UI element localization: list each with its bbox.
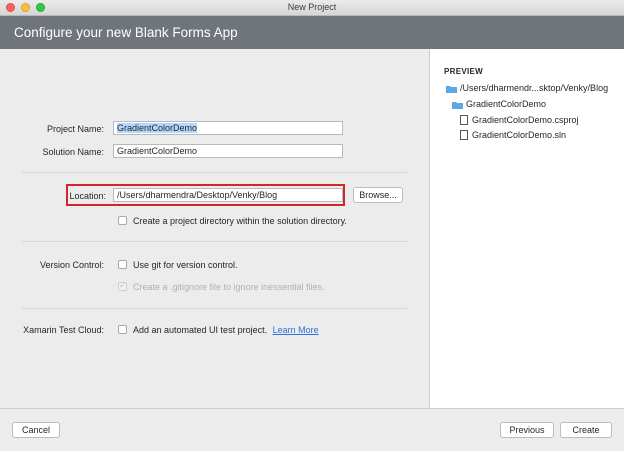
preview-panel: PREVIEW /Users/dharmendr...sktop/Venky/B… [429, 49, 624, 408]
title-bar: New Project [0, 0, 624, 16]
ui-test-label: Add an automated UI test project. Learn … [133, 325, 319, 335]
use-git-checkbox[interactable] [118, 260, 127, 269]
gitignore-label: Create a .gitignore file to ignore iness… [133, 282, 325, 292]
solution-name-label: Solution Name: [42, 147, 104, 157]
create-directory-checkbox[interactable] [118, 216, 127, 225]
separator [22, 172, 407, 173]
window-title: New Project [287, 2, 337, 12]
location-highlight-box [66, 184, 345, 206]
file-icon [460, 115, 468, 125]
preview-root-path: /Users/dharmendr...sktop/Venky/Blog [460, 83, 609, 93]
folder-icon [452, 101, 463, 109]
page-title: Configure your new Blank Forms App [14, 25, 238, 40]
preview-csproj-file: GradientColorDemo.csproj [472, 115, 579, 125]
version-control-label: Version Control: [39, 260, 104, 270]
create-button[interactable]: Create [560, 422, 612, 438]
separator [22, 308, 407, 309]
browse-button[interactable]: Browse... [353, 187, 403, 203]
folder-icon [446, 85, 457, 93]
project-name-label: Project Name: [46, 124, 104, 134]
wizard-header: Configure your new Blank Forms App [0, 16, 624, 49]
solution-name-input[interactable]: GradientColorDemo [113, 144, 343, 158]
test-cloud-label: Xamarin Test Cloud: [23, 325, 104, 335]
project-name-input[interactable]: GradientColorDemo [113, 121, 343, 135]
create-directory-label: Create a project directory within the so… [133, 216, 347, 226]
checkmark-icon: ✓ [119, 280, 127, 290]
preview-project-folder: GradientColorDemo [466, 99, 547, 109]
learn-more-link[interactable]: Learn More [273, 325, 319, 335]
file-icon [460, 130, 468, 140]
configuration-form: Project Name: GradientColorDemo Solution… [0, 49, 428, 408]
separator [22, 241, 407, 242]
use-git-label: Use git for version control. [133, 260, 238, 270]
solution-name-value: GradientColorDemo [117, 146, 198, 156]
project-name-value: GradientColorDemo [117, 123, 198, 133]
gitignore-checkbox: ✓ [118, 280, 127, 291]
previous-button[interactable]: Previous [500, 422, 554, 438]
ui-test-checkbox[interactable] [118, 325, 127, 334]
preview-title: PREVIEW [444, 67, 483, 76]
cancel-button[interactable]: Cancel [12, 422, 60, 438]
new-project-window: New Project Configure your new Blank For… [0, 0, 624, 451]
preview-sln-file: GradientColorDemo.sln [472, 130, 567, 140]
ui-test-text: Add an automated UI test project. [133, 325, 268, 335]
wizard-footer: Cancel Previous Create [0, 408, 624, 451]
